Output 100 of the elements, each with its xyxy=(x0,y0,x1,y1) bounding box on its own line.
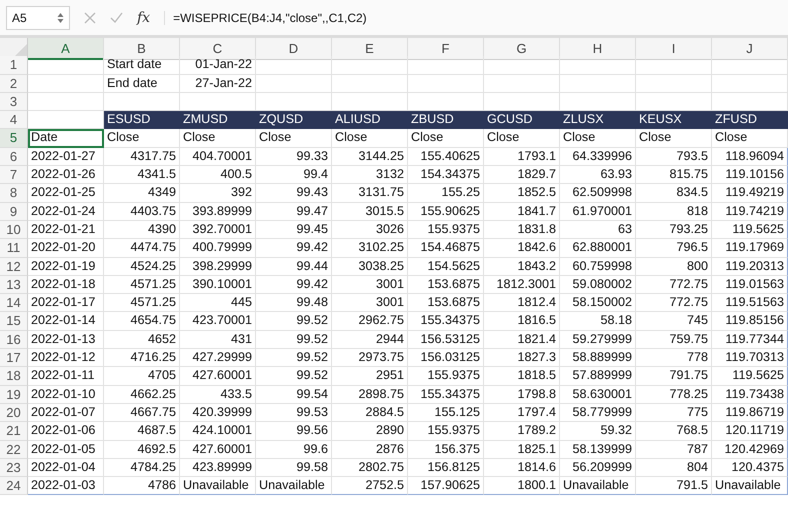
table-cell[interactable]: Date xyxy=(28,129,104,148)
table-cell: 3015.5 xyxy=(332,202,408,221)
table-cell: 62.509998 xyxy=(560,184,636,203)
table-cell: Close xyxy=(712,129,788,148)
table-cell: 2022-01-21 xyxy=(28,220,104,240)
row-header[interactable]: 13 xyxy=(0,276,28,294)
row-header[interactable]: 4 xyxy=(0,111,28,130)
column-header[interactable]: A xyxy=(28,38,104,60)
table-cell: 791.75 xyxy=(636,367,712,386)
table-cell: 4390 xyxy=(104,220,180,240)
column-header[interactable]: C xyxy=(180,38,256,60)
column-header[interactable]: D xyxy=(256,38,332,60)
table-cell: 155.25 xyxy=(408,184,484,203)
row-header[interactable]: 6 xyxy=(0,148,28,166)
table-cell: 772.75 xyxy=(636,294,712,312)
cancel-icon[interactable] xyxy=(84,12,96,24)
table-cell: 58.889999 xyxy=(560,349,636,368)
row-header[interactable]: 15 xyxy=(0,312,28,331)
table-cell: 791.5 xyxy=(636,477,712,496)
table-cell: End date xyxy=(104,74,180,93)
table-cell: 119.51563 xyxy=(712,294,788,312)
table-cell: 431 xyxy=(180,330,256,350)
table-cell: 61.970001 xyxy=(560,202,636,221)
table-cell: Unavailable xyxy=(256,477,332,496)
row-header[interactable]: 12 xyxy=(0,258,28,276)
table-cell: 800 xyxy=(636,258,712,276)
table-cell: 58.779999 xyxy=(560,404,636,422)
table-cell: 99.52 xyxy=(256,349,332,368)
table-cell: 154.34375 xyxy=(408,166,484,184)
table-cell: 433.5 xyxy=(180,386,256,404)
column-header[interactable]: J xyxy=(712,38,788,60)
row-header[interactable]: 2 xyxy=(0,74,28,93)
column-header[interactable]: H xyxy=(560,38,636,60)
table-cell: 2022-01-03 xyxy=(28,477,104,496)
row-header[interactable]: 20 xyxy=(0,404,28,422)
table-cell: 119.20313 xyxy=(712,258,788,276)
table-cell: 445 xyxy=(180,294,256,312)
table-cell: 120.4375 xyxy=(712,458,788,478)
table-cell: 63 xyxy=(560,220,636,240)
check-icon[interactable] xyxy=(110,12,123,23)
name-box[interactable]: A5 xyxy=(6,6,70,30)
column-header[interactable]: F xyxy=(408,38,484,60)
table-cell: Close xyxy=(180,129,256,148)
table-cell: 392 xyxy=(180,184,256,203)
header-cell: ZBUSD xyxy=(408,111,484,130)
column-header[interactable]: I xyxy=(636,38,712,60)
row-header[interactable]: 8 xyxy=(0,184,28,203)
header-cell: GCUSD xyxy=(484,111,560,130)
row-header[interactable]: 9 xyxy=(0,202,28,221)
table-cell: 815.75 xyxy=(636,166,712,184)
table-cell: 62.880001 xyxy=(560,239,636,258)
table-cell: 1798.8 xyxy=(484,386,560,404)
table-cell: 119.86719 xyxy=(712,404,788,422)
row-header[interactable]: 19 xyxy=(0,386,28,404)
table-cell: 156.03125 xyxy=(408,349,484,368)
row-header[interactable]: 7 xyxy=(0,166,28,184)
table-cell: 818 xyxy=(636,202,712,221)
row-header[interactable]: 17 xyxy=(0,349,28,368)
table-cell: 2951 xyxy=(332,367,408,386)
row-header[interactable]: 21 xyxy=(0,422,28,441)
row-header[interactable]: 23 xyxy=(0,458,28,478)
table-cell: 153.6875 xyxy=(408,276,484,294)
table-cell: 4403.75 xyxy=(104,202,180,221)
table-cell: 119.85156 xyxy=(712,312,788,331)
table-cell: 4705 xyxy=(104,367,180,386)
table-cell: 745 xyxy=(636,312,712,331)
column-header[interactable]: G xyxy=(484,38,560,60)
table-cell: 156.8125 xyxy=(408,458,484,478)
table-cell: 64.339996 xyxy=(560,148,636,166)
row-header[interactable]: 10 xyxy=(0,220,28,240)
row-header[interactable]: 22 xyxy=(0,440,28,459)
table-cell: 778.25 xyxy=(636,386,712,404)
table-cell: 768.5 xyxy=(636,422,712,441)
table-cell: 58.18 xyxy=(560,312,636,331)
row-header[interactable]: 5 xyxy=(0,129,28,148)
formula-field[interactable]: =WISEPRICE(B4:J4,"close",,C1,C2) xyxy=(164,10,367,24)
row-header[interactable]: 11 xyxy=(0,239,28,258)
table-cell: 2022-01-18 xyxy=(28,276,104,294)
table-cell: 99.6 xyxy=(256,440,332,459)
table-cell: 99.44 xyxy=(256,258,332,276)
table-cell: 1816.5 xyxy=(484,312,560,331)
column-header[interactable]: B xyxy=(104,38,180,60)
table-cell: 4667.75 xyxy=(104,404,180,422)
row-header[interactable]: 3 xyxy=(0,92,28,112)
insert-function-button[interactable]: fx xyxy=(137,10,150,26)
row-header[interactable]: 18 xyxy=(0,367,28,386)
table-cell: 834.5 xyxy=(636,184,712,203)
table-cell: 1793.1 xyxy=(484,148,560,166)
table-cell: Unavailable xyxy=(560,477,636,496)
table-cell: 156.53125 xyxy=(408,330,484,350)
row-header[interactable]: 14 xyxy=(0,294,28,312)
table-cell: 392.70001 xyxy=(180,220,256,240)
column-header[interactable]: E xyxy=(332,38,408,60)
row-header[interactable]: 16 xyxy=(0,330,28,350)
table-cell: 1827.3 xyxy=(484,349,560,368)
row-header[interactable]: 1 xyxy=(0,56,28,75)
table-cell: 778 xyxy=(636,349,712,368)
row-header[interactable]: 24 xyxy=(0,477,28,496)
table-cell: 156.375 xyxy=(408,440,484,459)
table-cell: 120.42969 xyxy=(712,440,788,459)
